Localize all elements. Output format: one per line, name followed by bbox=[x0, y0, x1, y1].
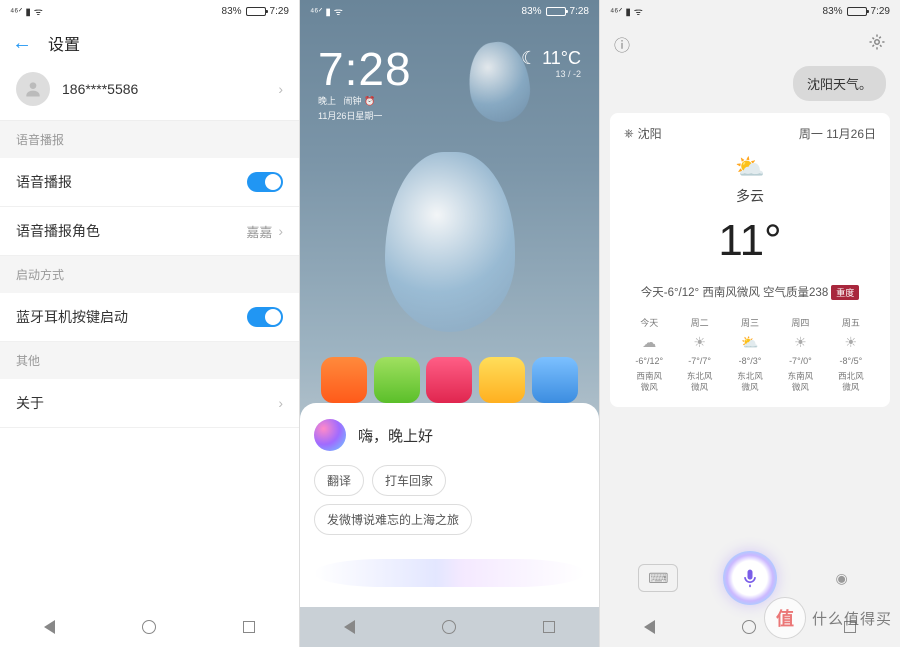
nav-home-icon[interactable] bbox=[442, 620, 456, 634]
homescreen-assistant: ⁴⁶ᐟ ▮ ᯤ 83% 7:28 7:28 晚上 闹钟 ⏰ 11月26日星期一 … bbox=[300, 0, 600, 647]
row-voice-broadcast[interactable]: 语音播报 bbox=[0, 158, 299, 207]
watermark: 值 什么值得买 bbox=[764, 597, 892, 639]
battery-pct: 83% bbox=[222, 6, 242, 17]
suggestion-chip[interactable]: 打车回家 bbox=[372, 465, 446, 496]
settings-icon[interactable] bbox=[868, 33, 886, 56]
forecast-day: 周五☀-8°/5°西北风微风 bbox=[826, 316, 876, 393]
toggle-bt[interactable] bbox=[247, 307, 283, 327]
nav-recent-icon[interactable] bbox=[243, 621, 255, 633]
weather-condition: 多云 bbox=[624, 186, 876, 206]
assistant-greeting: 嗨，晚上好 bbox=[358, 425, 433, 446]
avatar-icon bbox=[16, 72, 50, 106]
app-dock bbox=[300, 357, 599, 403]
nav-back-icon[interactable] bbox=[344, 620, 355, 634]
dock-app-4[interactable] bbox=[479, 357, 525, 403]
signal-icon: ⁴⁶ᐟ ▮ ᯤ bbox=[10, 4, 43, 18]
nav-bar bbox=[300, 607, 599, 647]
chevron-right-icon: › bbox=[278, 81, 283, 97]
chevron-right-icon: › bbox=[278, 395, 283, 411]
clock-date: 11月26日星期一 bbox=[318, 109, 412, 122]
forecast-day: 周四☀-7°/0°东南风微风 bbox=[775, 316, 825, 393]
nav-back-icon[interactable] bbox=[44, 620, 55, 634]
weather-widget[interactable]: ☾ 11°C 13 / -2 bbox=[521, 48, 581, 79]
settings-screen: ⁴⁶ᐟ ▮ ᯤ 83% 7:29 ← 设置 186****5586 › 语音播报… bbox=[0, 0, 300, 647]
section-launch: 启动方式 bbox=[0, 256, 299, 293]
forecast-day: 今天☁-6°/12°西南风微风 bbox=[624, 316, 674, 393]
aqi-badge: 重度 bbox=[831, 285, 859, 300]
watermark-logo-icon: 值 bbox=[764, 597, 806, 639]
preview-icon[interactable]: ◉ bbox=[822, 564, 862, 592]
section-voice: 语音播报 bbox=[0, 121, 299, 158]
clock-time: 7:28 bbox=[318, 46, 412, 92]
row-bluetooth-launch[interactable]: 蓝牙耳机按键启动 bbox=[0, 293, 299, 342]
pin-icon: ⎈ bbox=[624, 126, 634, 141]
weather-temp: 11° bbox=[624, 216, 876, 266]
weather-card[interactable]: ⎈沈阳 周一 11月26日 ⛅ 多云 11° 今天-6°/12° 西南风微风 空… bbox=[610, 113, 890, 407]
row-about[interactable]: 关于 › bbox=[0, 379, 299, 428]
assistant-orb-icon bbox=[314, 419, 346, 451]
help-icon[interactable]: ⓘ bbox=[614, 32, 630, 56]
nav-home-icon[interactable] bbox=[742, 620, 756, 634]
weather-result-screen: ⁴⁶ᐟ ▮ ᯤ 83% 7:29 ⓘ 沈阳天气。 ⎈沈阳 周一 11月26日 ⛅… bbox=[600, 0, 900, 647]
account-number: 186****5586 bbox=[62, 81, 266, 97]
status-time: 7:29 bbox=[270, 6, 289, 17]
suggestion-chip[interactable]: 翻译 bbox=[314, 465, 364, 496]
nav-home-icon[interactable] bbox=[142, 620, 156, 634]
voice-wave-icon bbox=[314, 559, 585, 587]
wallpaper-area: 7:28 晚上 闹钟 ⏰ 11月26日星期一 ☾ 11°C 13 / -2 bbox=[300, 22, 599, 362]
signal-icon: ⁴⁶ᐟ ▮ ᯤ bbox=[310, 4, 343, 18]
dock-app-5[interactable] bbox=[532, 357, 578, 403]
location-label: ⎈沈阳 bbox=[624, 125, 662, 142]
back-icon[interactable]: ← bbox=[12, 32, 32, 55]
today-summary: 今天-6°/12° 西南风微风 空气质量238重度 bbox=[624, 284, 876, 300]
suggestion-chips: 翻译打车回家发微博说难忘的上海之旅 bbox=[314, 465, 585, 535]
account-row[interactable]: 186****5586 › bbox=[0, 64, 299, 121]
forecast-day: 周二☀-7°/7°东北风微风 bbox=[674, 316, 724, 393]
status-time: 7:29 bbox=[871, 6, 890, 17]
forecast-row: 今天☁-6°/12°西南风微风周二☀-7°/7°东北风微风周三⛅-8°/3°东北… bbox=[624, 316, 876, 393]
assistant-card: 嗨，晚上好 翻译打车回家发微博说难忘的上海之旅 bbox=[300, 403, 599, 607]
dock-app-1[interactable] bbox=[321, 357, 367, 403]
chevron-right-icon: › bbox=[278, 223, 283, 239]
user-query-bubble: 沈阳天气。 bbox=[793, 66, 886, 101]
toggle-voice[interactable] bbox=[247, 172, 283, 192]
signal-icon: ⁴⁶ᐟ ▮ ᯤ bbox=[610, 4, 643, 18]
row-voice-role[interactable]: 语音播报角色 嘉嘉 › bbox=[0, 207, 299, 256]
battery-pct: 83% bbox=[522, 6, 542, 17]
status-bar: ⁴⁶ᐟ ▮ ᯤ 83% 7:28 bbox=[300, 0, 599, 22]
battery-pct: 83% bbox=[823, 6, 843, 17]
section-other: 其他 bbox=[0, 342, 299, 379]
card-date: 周一 11月26日 bbox=[799, 125, 876, 142]
forecast-day: 周三⛅-8°/3°东北风微风 bbox=[725, 316, 775, 393]
nav-bar bbox=[0, 607, 299, 647]
status-bar: ⁴⁶ᐟ ▮ ᯤ 83% 7:29 bbox=[0, 0, 299, 22]
nav-recent-icon[interactable] bbox=[543, 621, 555, 633]
status-bar: ⁴⁶ᐟ ▮ ᯤ 83% 7:29 bbox=[600, 0, 900, 22]
page-title: 设置 bbox=[48, 31, 80, 55]
dock-app-2[interactable] bbox=[374, 357, 420, 403]
dock-app-3[interactable] bbox=[426, 357, 472, 403]
keyboard-icon[interactable]: ⌨ bbox=[638, 564, 678, 592]
weather-icon: ⛅ bbox=[624, 156, 876, 180]
header: ← 设置 bbox=[0, 22, 299, 64]
suggestion-chip[interactable]: 发微博说难忘的上海之旅 bbox=[314, 504, 472, 535]
nav-back-icon[interactable] bbox=[644, 620, 655, 634]
status-time: 7:28 bbox=[570, 6, 589, 17]
